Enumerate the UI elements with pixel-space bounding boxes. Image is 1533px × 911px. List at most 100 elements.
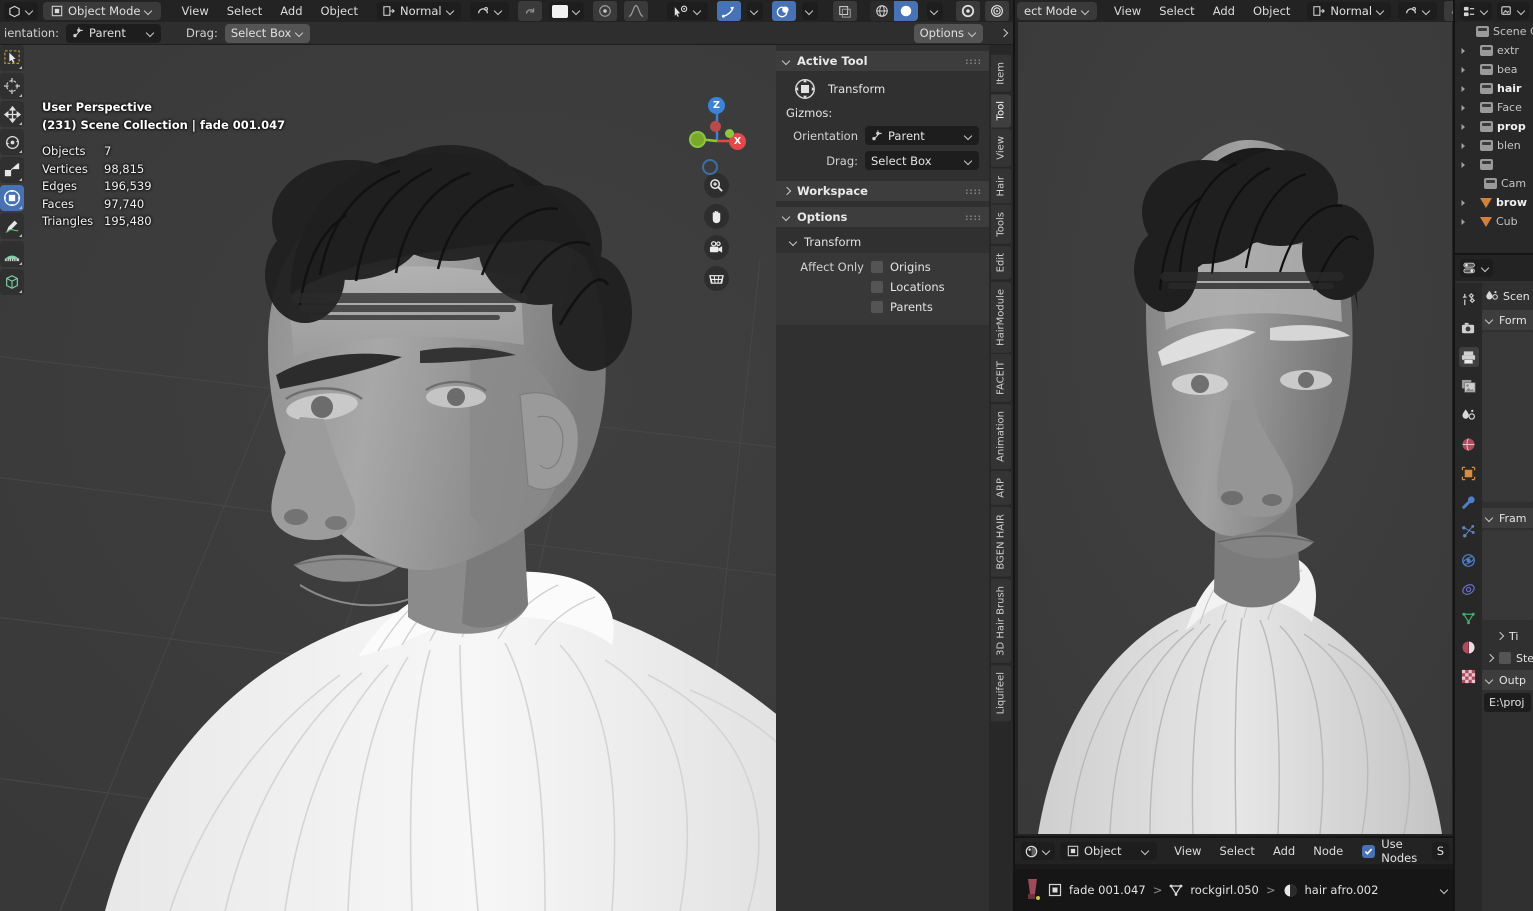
editor-type-selector-shader[interactable] [1021, 842, 1055, 860]
sidebar-tab-arp[interactable]: ARP [991, 471, 1011, 506]
panel-header-workspace[interactable]: Workspace :::: [776, 181, 989, 201]
shading-options-dropdown[interactable] [927, 2, 943, 20]
shader-editor[interactable]: Object View Select Add Node Use Nodes S fad… [1015, 837, 1455, 911]
region-divider-vertical-2[interactable] [1453, 0, 1455, 911]
proportional-falloff-curve[interactable] [623, 1, 648, 21]
options-popover-button[interactable]: Options [913, 23, 983, 43]
viewport-3d-secondary[interactable]: ect Mode View Select Add Object Normal [1015, 0, 1533, 838]
outliner-row[interactable]: brow [1455, 193, 1533, 212]
camera-view-icon[interactable] [704, 235, 729, 260]
panel-header-options[interactable]: Options :::: [776, 207, 989, 227]
snap-toggle-button[interactable] [517, 1, 542, 21]
disclosure-triangle-icon[interactable] [1459, 66, 1468, 74]
outliner-filter-button[interactable] [1497, 2, 1529, 20]
panel-enable-checkbox[interactable] [1499, 652, 1511, 664]
breadcrumb-item-mesh[interactable]: rockgirl.050 [1190, 883, 1259, 897]
rotate-tool[interactable] [0, 129, 24, 155]
texture-properties-tab[interactable] [1459, 666, 1479, 686]
output-path-field[interactable]: E:\proj [1484, 693, 1531, 712]
checkbox-box[interactable] [871, 281, 883, 293]
region-divider-horizontal-1[interactable] [1015, 836, 1455, 838]
transform-orientation-selector-secondary[interactable]: Normal [1307, 2, 1392, 20]
menu-vp2-object[interactable]: Object [1244, 2, 1299, 20]
shader-editor-header[interactable]: Object View Select Add Node Use Nodes S [1015, 837, 1455, 865]
properties-editor[interactable]: Scen Form Fram Ti Ste Outp E:\proj [1455, 255, 1533, 911]
gizmo-axis-y[interactable] [689, 131, 706, 148]
properties-panel-header-ti[interactable]: Ti [1482, 626, 1533, 646]
viewport-sidebar-npanel[interactable]: Active Tool :::: Transform Gizmos: Orien… [776, 45, 989, 911]
world-properties-tab[interactable] [1459, 434, 1479, 454]
checkbox-origins[interactable]: Origins [871, 260, 931, 274]
sidebar-expand-icon[interactable] [1000, 29, 1008, 37]
toggle-ortho-grid-icon[interactable] [704, 266, 729, 291]
overlay-options-dropdown[interactable] [801, 2, 818, 20]
sidebar-tab-faceit[interactable]: FACEIT [991, 354, 1011, 403]
properties-panel-header-form[interactable]: Form [1482, 310, 1533, 330]
checkbox-box[interactable] [871, 261, 883, 273]
drag-row[interactable]: Drag: Select Box [776, 148, 989, 173]
move-tool[interactable] [0, 101, 24, 127]
outliner-row[interactable]: extr [1455, 41, 1533, 60]
properties-editor-type-selector[interactable] [1460, 259, 1493, 277]
slot-selector[interactable]: S [1431, 842, 1449, 860]
outliner-row[interactable]: Face [1455, 98, 1533, 117]
checkbox-locations[interactable]: Locations [776, 277, 989, 297]
menu-node-view[interactable]: View [1165, 842, 1210, 860]
checkbox-box-checked[interactable] [1362, 844, 1376, 858]
drag-dropdown[interactable]: Select Box [865, 151, 979, 170]
shader-type-selector[interactable]: Object [1060, 842, 1158, 860]
zoom-icon[interactable] [704, 173, 729, 198]
panel-header-active-tool[interactable]: Active Tool :::: [776, 51, 989, 71]
orientation-dropdown-sub[interactable]: Parent [66, 23, 162, 43]
sidebar-tab-bgen-hair[interactable]: BGEN HAIR [991, 507, 1011, 577]
render-properties-tab[interactable] [1459, 318, 1479, 338]
menu-node-add[interactable]: Add [1264, 842, 1304, 860]
drag-dropdown-sub[interactable]: Select Box [224, 23, 311, 43]
transform-tool[interactable] [0, 185, 24, 211]
disclosure-triangle-icon[interactable] [1459, 199, 1468, 207]
use-nodes-checkbox[interactable]: Use Nodes [1362, 837, 1431, 865]
viewport-render-button[interactable] [956, 1, 980, 21]
proportional-falloff-color[interactable] [548, 2, 584, 20]
viewport-secondary-canvas[interactable] [1018, 22, 1452, 834]
sidebar-tab-hair[interactable]: Hair [991, 168, 1011, 204]
chevron-left-icon[interactable] [1441, 886, 1449, 894]
properties-panel-header-outp[interactable]: Outp [1482, 670, 1533, 690]
sidebar-tab-animation[interactable]: Animation [991, 404, 1011, 470]
tweak-select-box-tool[interactable] [0, 45, 24, 71]
menu-vp2-select[interactable]: Select [1150, 2, 1203, 20]
particles-properties-tab[interactable] [1459, 521, 1479, 541]
orientation-dropdown[interactable]: Parent [865, 126, 979, 145]
outliner-display-mode-selector[interactable] [1460, 2, 1492, 20]
orientation-row[interactable]: Orientation Parent [776, 123, 989, 148]
viewport-menubar-secondary[interactable]: View Select Add Object [1105, 2, 1300, 20]
scene-properties-tab[interactable] [1459, 405, 1479, 425]
disclosure-triangle-icon[interactable] [1459, 218, 1468, 226]
outliner-row[interactable]: Cam [1455, 174, 1533, 193]
gizmo-axis-y-neg[interactable] [725, 129, 734, 138]
material-properties-tab[interactable] [1459, 637, 1479, 657]
mode-selector-secondary[interactable]: ect Mode [1017, 2, 1097, 20]
viewport-tool-settings-bar[interactable]: ientation: Parent Drag: Select Box Optio… [0, 22, 1013, 44]
disclosure-triangle-icon[interactable] [1459, 123, 1468, 131]
output-properties-tab[interactable] [1458, 347, 1479, 367]
tool-properties-tab[interactable] [1459, 289, 1479, 309]
disclosure-triangle-icon[interactable] [1459, 161, 1468, 169]
data-properties-tab[interactable] [1459, 608, 1479, 628]
sidebar-tab-strip[interactable]: Item Tool View Hair Tools Edit HairModule FACEI… [989, 45, 1013, 911]
breadcrumb-item-object[interactable]: fade 001.047 [1069, 883, 1146, 897]
outliner-row[interactable]: prop [1455, 117, 1533, 136]
viewport-navigation-gizmo[interactable]: Z X [689, 95, 746, 291]
properties-content[interactable]: Scen Form Fram Ti Ste Outp E:\proj [1482, 283, 1533, 911]
gizmo-axis-z[interactable]: Z [708, 97, 725, 114]
properties-panel-header-fram[interactable]: Fram [1482, 508, 1533, 528]
viewport-menubar[interactable]: View Select Add Object [172, 2, 367, 20]
show-gizmo-toggle[interactable] [716, 1, 741, 21]
viewport-header-primary[interactable]: Object Mode View Select Add Object Normal [0, 0, 1013, 22]
checkbox-parents[interactable]: Parents [776, 297, 989, 317]
menu-vp2-add[interactable]: Add [1204, 2, 1244, 20]
menu-vp1-select[interactable]: Select [218, 2, 271, 20]
outliner-editor[interactable]: Scene C extr bea hair Face prop blen Cam brow Cub [1455, 0, 1533, 255]
visibility-selectability-selector[interactable] [666, 2, 708, 20]
breadcrumb[interactable]: fade 001.047 > rockgirl.050 > hair afro.… [1015, 869, 1455, 911]
